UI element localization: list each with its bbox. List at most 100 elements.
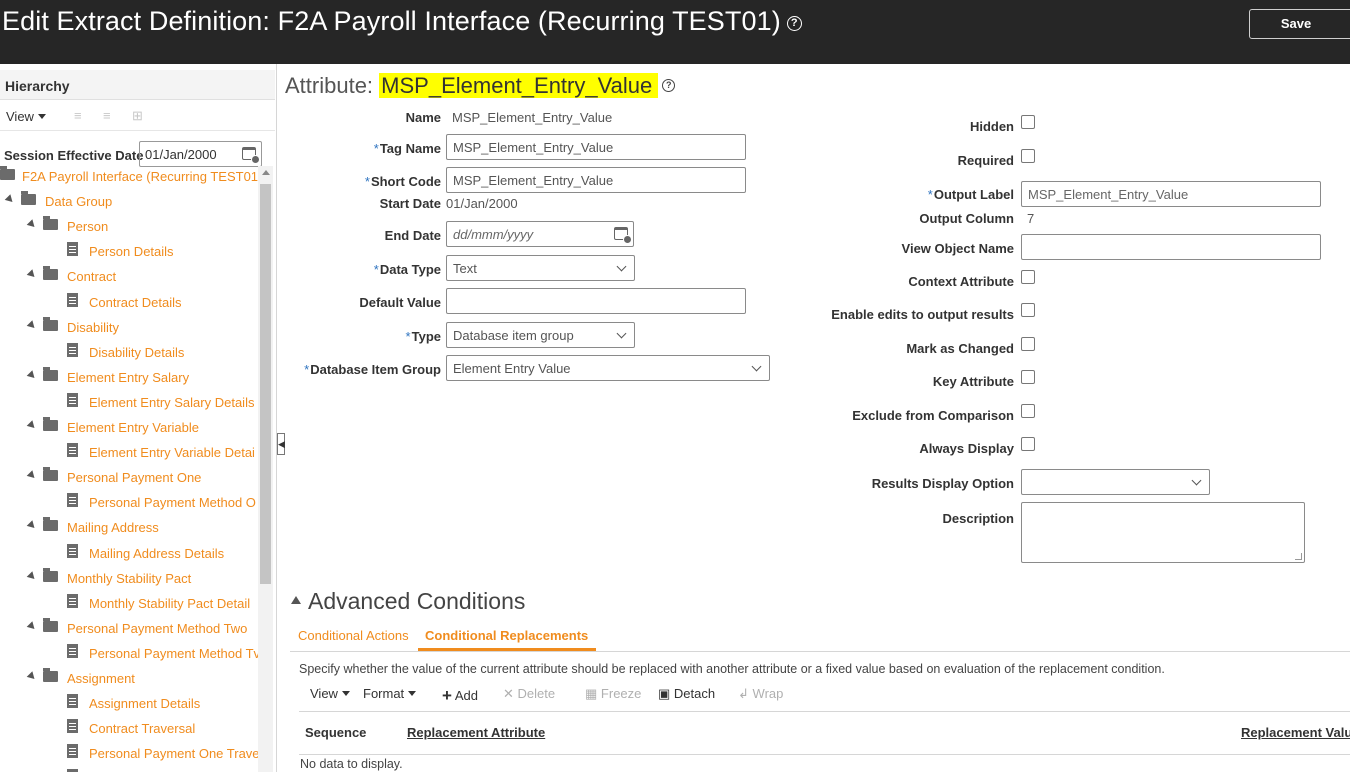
column-replacement-attribute[interactable]: Replacement Attribute — [407, 725, 545, 740]
tree-node[interactable]: Assignment Details — [0, 692, 258, 714]
resize-grip-icon[interactable] — [1295, 553, 1302, 560]
tree-node[interactable]: Personal Payment One — [0, 466, 258, 488]
no-data-message: No data to display. — [300, 757, 403, 771]
output-label-input[interactable]: MSP_Element_Entry_Value — [1021, 181, 1321, 207]
attribute-name-highlight: MSP_Element_Entry_Value — [379, 73, 659, 98]
column-replacement-value[interactable]: Replacement Valu — [1241, 725, 1350, 740]
expand-triangle-icon[interactable] — [26, 470, 38, 481]
tree-node[interactable]: Disability — [0, 316, 258, 338]
collapse-all-icon[interactable]: ≡ — [103, 109, 117, 123]
tab-conditional-actions[interactable]: Conditional Actions — [298, 628, 409, 643]
collapse-pane-icon[interactable]: ◀ — [277, 433, 285, 455]
output-label-label: *Output Label — [927, 187, 1014, 202]
calendar-icon[interactable] — [614, 227, 632, 244]
end-date-input[interactable]: dd/mmm/yyyy — [446, 221, 634, 247]
tab-conditional-replacements[interactable]: Conditional Replacements — [425, 628, 588, 643]
tree-node[interactable]: Personal Payment One Trave — [0, 742, 258, 764]
always-display-checkbox[interactable] — [1021, 437, 1035, 451]
tree-node-label: Personal Payment One Trave — [89, 746, 258, 762]
tree-node[interactable]: Contract — [0, 265, 258, 287]
tree-node-label: Contract — [67, 269, 117, 285]
context-attribute-checkbox[interactable] — [1021, 270, 1035, 284]
tree-node[interactable]: F2A Payroll Interface (Recurring TEST01) — [0, 166, 258, 187]
pane-splitter[interactable] — [276, 64, 286, 772]
mark-as-changed-checkbox[interactable] — [1021, 337, 1035, 351]
tree-node[interactable]: Person — [0, 215, 258, 237]
tree-node[interactable] — [0, 767, 258, 772]
tree-node[interactable]: Personal Payment Method Two — [0, 617, 258, 639]
tag-name-input[interactable]: MSP_Element_Entry_Value — [446, 134, 746, 160]
type-label: *Type — [405, 329, 441, 344]
collapse-section-icon[interactable] — [291, 596, 301, 604]
description-textarea[interactable] — [1021, 502, 1305, 563]
hierarchy-view-menu[interactable]: View — [6, 109, 46, 124]
results-display-option-select[interactable] — [1021, 469, 1210, 495]
data-type-select[interactable]: Text — [446, 255, 635, 281]
detach-button[interactable]: ▣ Detach — [658, 686, 715, 702]
results-display-option-label: Results Display Option — [871, 476, 1014, 491]
add-button[interactable]: + Add — [442, 686, 478, 706]
tree-node[interactable]: Person Details — [0, 240, 258, 262]
tree-node[interactable]: Contract Details — [0, 291, 258, 313]
enable-edits-checkbox[interactable] — [1021, 303, 1035, 317]
calendar-icon[interactable] — [242, 147, 260, 164]
tree-node[interactable]: Personal Payment Method O — [0, 491, 258, 513]
tree-node[interactable]: Element Entry Salary — [0, 366, 258, 388]
tree-node[interactable]: Contract Traversal — [0, 717, 258, 739]
expand-triangle-icon[interactable] — [26, 269, 38, 281]
tree-node[interactable]: Monthly Stability Pact — [0, 567, 258, 589]
tree-node[interactable]: Mailing Address — [0, 516, 258, 538]
table-view-menu[interactable]: View — [310, 686, 350, 701]
expand-triangle-icon[interactable] — [26, 520, 38, 532]
session-effective-date-input[interactable]: 01/Jan/2000 — [139, 141, 262, 167]
freeze-button[interactable]: ▦ Freeze — [585, 686, 641, 702]
tree-node[interactable]: Element Entry Variable Detai — [0, 441, 258, 463]
start-date-value: 01/Jan/2000 — [446, 196, 518, 211]
expand-triangle-icon[interactable] — [4, 194, 16, 205]
expand-triangle-icon[interactable] — [26, 620, 38, 632]
hierarchy-scroll-thumb[interactable] — [260, 184, 271, 584]
default-value-input[interactable] — [446, 288, 746, 314]
expand-triangle-icon[interactable] — [26, 570, 38, 582]
expand-triangle-icon[interactable] — [26, 420, 38, 431]
key-attribute-label: Key Attribute — [932, 374, 1014, 389]
database-item-group-select[interactable]: Element Entry Value — [446, 355, 770, 381]
key-attribute-checkbox[interactable] — [1021, 370, 1035, 384]
tree-node[interactable]: Assignment — [0, 667, 258, 689]
tree-node[interactable]: Data Group — [0, 190, 258, 212]
short-code-label: *Short Code — [364, 174, 441, 189]
tree-node[interactable]: Personal Payment Method Tv — [0, 642, 258, 664]
expand-triangle-icon[interactable] — [26, 319, 38, 331]
expand-triangle-icon[interactable] — [26, 219, 38, 230]
folder-icon — [43, 316, 58, 331]
tree-node[interactable]: Element Entry Variable — [0, 416, 258, 438]
document-icon — [67, 744, 78, 759]
document-icon — [67, 493, 78, 508]
hidden-checkbox[interactable] — [1021, 115, 1035, 129]
view-object-name-input[interactable] — [1021, 234, 1321, 260]
wrap-button[interactable]: ↲ Wrap — [738, 686, 783, 702]
delete-button[interactable]: ✕ Delete — [503, 686, 555, 702]
document-icon — [67, 242, 78, 257]
required-checkbox[interactable] — [1021, 149, 1035, 163]
type-value: Database item group — [453, 328, 574, 343]
expand-all-icon[interactable]: ≡ — [74, 109, 88, 123]
expand-triangle-icon[interactable] — [26, 671, 38, 682]
tree-node[interactable]: Disability Details — [0, 341, 258, 363]
tree-node[interactable]: Mailing Address Details — [0, 542, 258, 564]
exclude-from-comparison-checkbox[interactable] — [1021, 404, 1035, 418]
expand-triangle-icon[interactable] — [26, 369, 38, 381]
dropdown-arrow-icon — [37, 114, 46, 119]
save-button[interactable]: Save — [1249, 9, 1350, 39]
help-icon[interactable]: ? — [786, 16, 802, 31]
short-code-input[interactable]: MSP_Element_Entry_Value — [446, 167, 746, 193]
tree-node[interactable]: Monthly Stability Pact Detail — [0, 592, 258, 614]
table-format-menu[interactable]: Format — [363, 686, 417, 701]
column-sequence[interactable]: Sequence — [305, 725, 366, 740]
help-icon[interactable]: ? — [662, 79, 676, 92]
tree-node[interactable]: Element Entry Salary Details — [0, 391, 258, 413]
hierarchy-structure-icon[interactable]: ⊞ — [132, 109, 146, 123]
type-select[interactable]: Database item group — [446, 322, 635, 348]
tree-node-label: Contract Details — [89, 294, 182, 310]
scroll-up-icon[interactable] — [262, 170, 270, 175]
